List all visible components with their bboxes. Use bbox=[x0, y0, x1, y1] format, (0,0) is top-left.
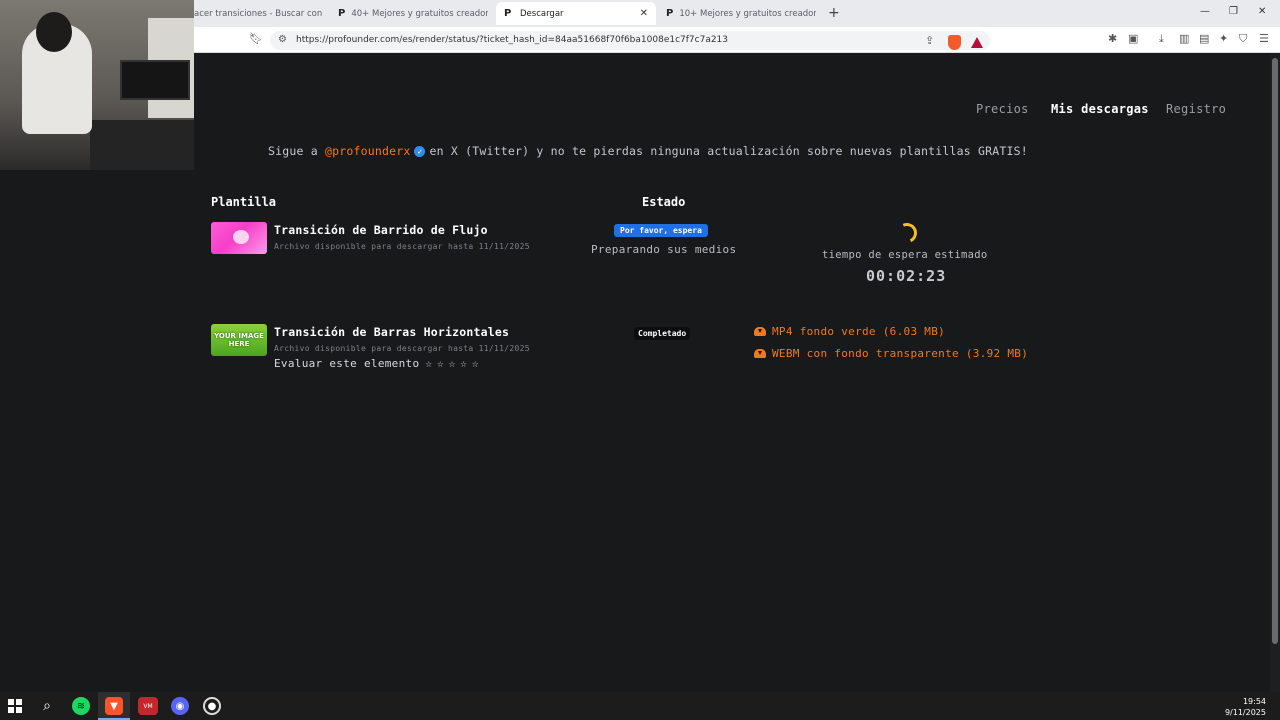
bookmark-icon[interactable]: 🔖︎ bbox=[249, 32, 263, 45]
item-title[interactable]: Transición de Barrido de Flujo bbox=[274, 223, 488, 237]
search-icon[interactable]: ⌕ bbox=[38, 697, 56, 715]
status-preparing: Preparando sus medios bbox=[591, 243, 737, 256]
rate-label: Evaluar este elemento bbox=[274, 357, 420, 370]
close-window-icon[interactable]: ✕ bbox=[1258, 6, 1266, 17]
windows-start-icon[interactable] bbox=[6, 697, 24, 715]
twitter-handle-link[interactable]: @profounderx bbox=[325, 144, 410, 158]
page-scrollbar[interactable] bbox=[1270, 54, 1280, 692]
webcam-monitor bbox=[120, 60, 190, 100]
tab-label: Descargar bbox=[520, 8, 564, 19]
loading-spinner-icon bbox=[894, 220, 920, 246]
download-label: MP4 fondo verde (6.03 MB) bbox=[772, 325, 946, 338]
header-plantilla: Plantilla bbox=[211, 195, 277, 209]
wait-timer: 00:02:23 bbox=[866, 267, 947, 285]
leo-ai-icon[interactable]: ✦ bbox=[1219, 32, 1228, 45]
wallet-icon[interactable]: ▤ bbox=[1199, 32, 1209, 45]
thumbnail-graphic bbox=[233, 230, 249, 244]
url-text[interactable]: https://profounder.com/es/render/status/… bbox=[296, 35, 728, 45]
new-tab-button[interactable]: + bbox=[828, 5, 840, 21]
tab-creators-10[interactable]: P 10+ Mejores y gratuitos creadores de bbox=[666, 2, 816, 25]
wait-time-label: tiempo de espera estimado bbox=[822, 249, 988, 261]
tab-label: acer transiciones - Buscar con Goog bbox=[194, 8, 324, 19]
downloads-icon[interactable]: ⤓ bbox=[1159, 32, 1164, 46]
taskbar: ⌕ ≋ ▼ VM ◉ ● 19:54 9/11/2025 bbox=[0, 692, 1280, 720]
template-thumbnail-pink[interactable] bbox=[211, 222, 267, 254]
voicemeeter-icon[interactable]: VM bbox=[138, 697, 158, 715]
site-settings-icon[interactable]: ⚙ bbox=[278, 34, 287, 45]
nav-registro[interactable]: Registro bbox=[1166, 102, 1226, 116]
template-thumbnail-green[interactable]: YOUR IMAGE HERE bbox=[211, 324, 267, 356]
tab-label: 40+ Mejores y gratuitos creadores de bbox=[351, 8, 488, 19]
cloud-download-icon bbox=[754, 327, 766, 336]
thumbnail-text: YOUR IMAGE HERE bbox=[214, 332, 264, 348]
clock-time: 19:54 bbox=[1242, 697, 1266, 706]
follow-banner: Sigue a @profounderx ✓ en X (Twitter) y no… bbox=[268, 144, 1028, 158]
item-availability: Archivo disponible para descargar hasta … bbox=[274, 344, 530, 353]
system-clock[interactable]: 19:54 9/11/2025 bbox=[1225, 696, 1266, 718]
tab-label: 10+ Mejores y gratuitos creadores de bbox=[679, 8, 816, 19]
item-availability: Archivo disponible para descargar hasta … bbox=[274, 242, 530, 251]
download-webm-link[interactable]: WEBM con fondo transparente (3.92 MB) bbox=[754, 347, 1028, 360]
item-title[interactable]: Transición de Barras Horizontales bbox=[274, 325, 509, 339]
follow-prefix: Sigue a bbox=[268, 144, 318, 158]
nav-precios[interactable]: Precios bbox=[976, 102, 1029, 116]
vpn-icon[interactable]: ⛉ bbox=[1239, 32, 1247, 46]
brave-rewards-icon[interactable] bbox=[971, 37, 983, 48]
restore-icon[interactable]: ❐ bbox=[1229, 6, 1238, 17]
nav-mis-descargas[interactable]: Mis descargas bbox=[1051, 102, 1149, 116]
tab-creators-40[interactable]: P 40+ Mejores y gratuitos creadores de bbox=[338, 2, 488, 25]
discord-icon[interactable]: ◉ bbox=[171, 697, 189, 715]
status-badge-wait: Por favor, espera bbox=[614, 224, 708, 237]
minimize-icon[interactable]: — bbox=[1200, 6, 1210, 17]
profounder-favicon-icon: P bbox=[338, 8, 346, 19]
header-estado: Estado bbox=[642, 195, 686, 209]
close-tab-icon[interactable]: ✕ bbox=[640, 8, 648, 19]
download-label: WEBM con fondo transparente (3.92 MB) bbox=[772, 347, 1029, 360]
cloud-download-icon bbox=[754, 349, 766, 358]
spotify-icon[interactable]: ≋ bbox=[72, 697, 90, 715]
webcam-person-head bbox=[36, 12, 72, 52]
rating-row: Evaluar este elemento ☆☆☆☆☆ bbox=[274, 357, 484, 370]
rating-stars-icon[interactable]: ☆☆☆☆☆ bbox=[425, 357, 483, 370]
follow-suffix: en X (Twitter) y no te pierdas ninguna a… bbox=[429, 144, 1028, 158]
scrollbar-thumb[interactable] bbox=[1272, 58, 1278, 644]
obs-icon[interactable]: ● bbox=[203, 697, 221, 715]
profounder-favicon-icon: P bbox=[504, 8, 512, 19]
brave-browser-icon[interactable]: ▼ bbox=[105, 697, 123, 715]
verified-badge-icon: ✓ bbox=[414, 146, 426, 157]
extensions-icon[interactable]: ✱ bbox=[1108, 32, 1117, 45]
webcam-desk bbox=[90, 120, 194, 170]
brave-shield-icon[interactable] bbox=[948, 35, 961, 50]
tab-google-search[interactable]: acer transiciones - Buscar con Goog bbox=[194, 2, 324, 25]
downloads-page: Precios Mis descargas Registro Sigue a @… bbox=[194, 54, 1270, 692]
sidebar-icon[interactable]: ▥ bbox=[1179, 32, 1189, 45]
clock-date: 9/11/2025 bbox=[1224, 708, 1266, 717]
tab-descargar[interactable]: P Descargar ✕ bbox=[496, 2, 656, 25]
menu-icon[interactable]: ☰ bbox=[1259, 32, 1269, 45]
download-mp4-link[interactable]: MP4 fondo verde (6.03 MB) bbox=[754, 325, 945, 338]
status-badge-done: Completado bbox=[634, 327, 691, 340]
screenshot-icon[interactable]: ▣ bbox=[1128, 32, 1138, 45]
webcam-overlay bbox=[0, 0, 194, 170]
url-bar[interactable]: ⚙ https://profounder.com/es/render/statu… bbox=[270, 31, 990, 50]
share-icon[interactable]: ⇪ bbox=[925, 34, 934, 47]
profounder-favicon-icon: P bbox=[666, 8, 674, 19]
